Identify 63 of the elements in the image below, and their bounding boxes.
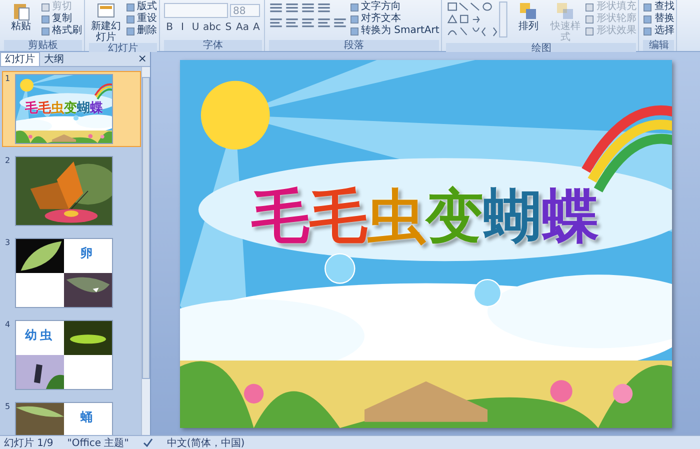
language-status: 中文(简体，中国) <box>166 436 245 449</box>
slide-number: 4 <box>5 320 12 331</box>
format-button[interactable]: Aa <box>236 21 249 34</box>
slide-thumbnail[interactable]: 卵 <box>15 238 113 308</box>
format-button[interactable]: B <box>164 21 175 34</box>
format-button[interactable]: I <box>177 21 188 34</box>
slide-thumbnail-row[interactable]: 5 蛹 <box>2 399 141 435</box>
format-button[interactable]: U <box>190 21 201 34</box>
squares-icon <box>555 1 576 21</box>
thumbnail-text: 蛹 <box>80 409 96 426</box>
group-label: 剪贴板 <box>4 40 82 51</box>
list-icon[interactable] <box>268 3 283 15</box>
ribbon-button[interactable]: 复制 <box>41 13 82 25</box>
ribbon-button[interactable]: 转换为 SmartArt <box>350 25 440 37</box>
align-icon[interactable] <box>316 18 331 30</box>
ribbon-button[interactable]: 选择 <box>643 25 674 37</box>
ribbon-button[interactable]: 查找 <box>643 1 674 13</box>
ribbon-button[interactable]: 新建幻灯片 <box>89 1 123 43</box>
panel-tab[interactable]: 幻灯片 <box>0 52 40 66</box>
format-button[interactable]: abc <box>203 21 221 34</box>
slide-number: 5 <box>5 402 12 413</box>
ribbon-button[interactable]: 排列 <box>511 1 546 32</box>
font-name-field[interactable] <box>164 3 228 18</box>
close-button[interactable]: × <box>138 53 150 65</box>
squares-icon <box>518 1 538 21</box>
ribbon-button[interactable]: 删除 <box>126 25 157 37</box>
ribbon-button[interactable]: 粘贴 <box>4 1 38 32</box>
theme-name: "Office 主题" <box>67 436 129 449</box>
slide-thumbnail-row[interactable]: 2 <box>2 153 141 229</box>
slide-count: 幻灯片 1/9 <box>4 436 54 449</box>
ribbon-button[interactable]: 对齐文本 <box>350 13 440 25</box>
group-label: 编辑 <box>643 40 674 51</box>
ribbon-button[interactable]: 格式刷 <box>41 25 82 37</box>
group-label: 字体 <box>164 40 262 51</box>
slide-thumbnail-row[interactable]: 4 幼虫 <box>2 317 141 393</box>
list-icon[interactable] <box>300 3 315 15</box>
align-icon[interactable] <box>284 18 299 30</box>
ribbon-button[interactable]: 替换 <box>643 13 674 25</box>
slide-thumbnail-row[interactable]: 3 卵 <box>2 235 141 311</box>
slide-number: 3 <box>5 238 12 249</box>
align-icon[interactable] <box>332 18 347 30</box>
slide-title: 毛毛虫变蝴蝶 <box>250 180 600 252</box>
panel-tab[interactable]: 大纲 <box>40 52 68 66</box>
slide-thumbnail[interactable]: 蛹 <box>15 402 113 435</box>
slide-number: 2 <box>5 156 12 167</box>
format-button[interactable]: A <box>250 21 262 34</box>
format-button[interactable]: S <box>222 21 234 34</box>
clipboard-icon <box>11 1 31 21</box>
align-icon[interactable] <box>300 18 315 30</box>
slide-thumbnail[interactable]: 幼虫 <box>15 320 113 390</box>
check-icon[interactable] <box>142 438 153 448</box>
scrollbar[interactable] <box>141 67 150 435</box>
shape-gallery[interactable] <box>446 1 508 38</box>
list-icon[interactable] <box>284 3 299 15</box>
thumbnail-text: 幼虫 <box>24 327 56 344</box>
ribbon-button[interactable]: 文字方向 <box>350 1 440 13</box>
list-icon[interactable] <box>316 3 331 15</box>
ribbon-button[interactable]: 版式 <box>126 1 157 13</box>
align-icon[interactable] <box>268 18 283 30</box>
ribbon-button[interactable]: 重设 <box>126 13 157 25</box>
slide-number: 1 <box>5 74 12 85</box>
thumbnail-text: 卵 <box>80 245 96 262</box>
group-label: 段落 <box>268 40 440 51</box>
